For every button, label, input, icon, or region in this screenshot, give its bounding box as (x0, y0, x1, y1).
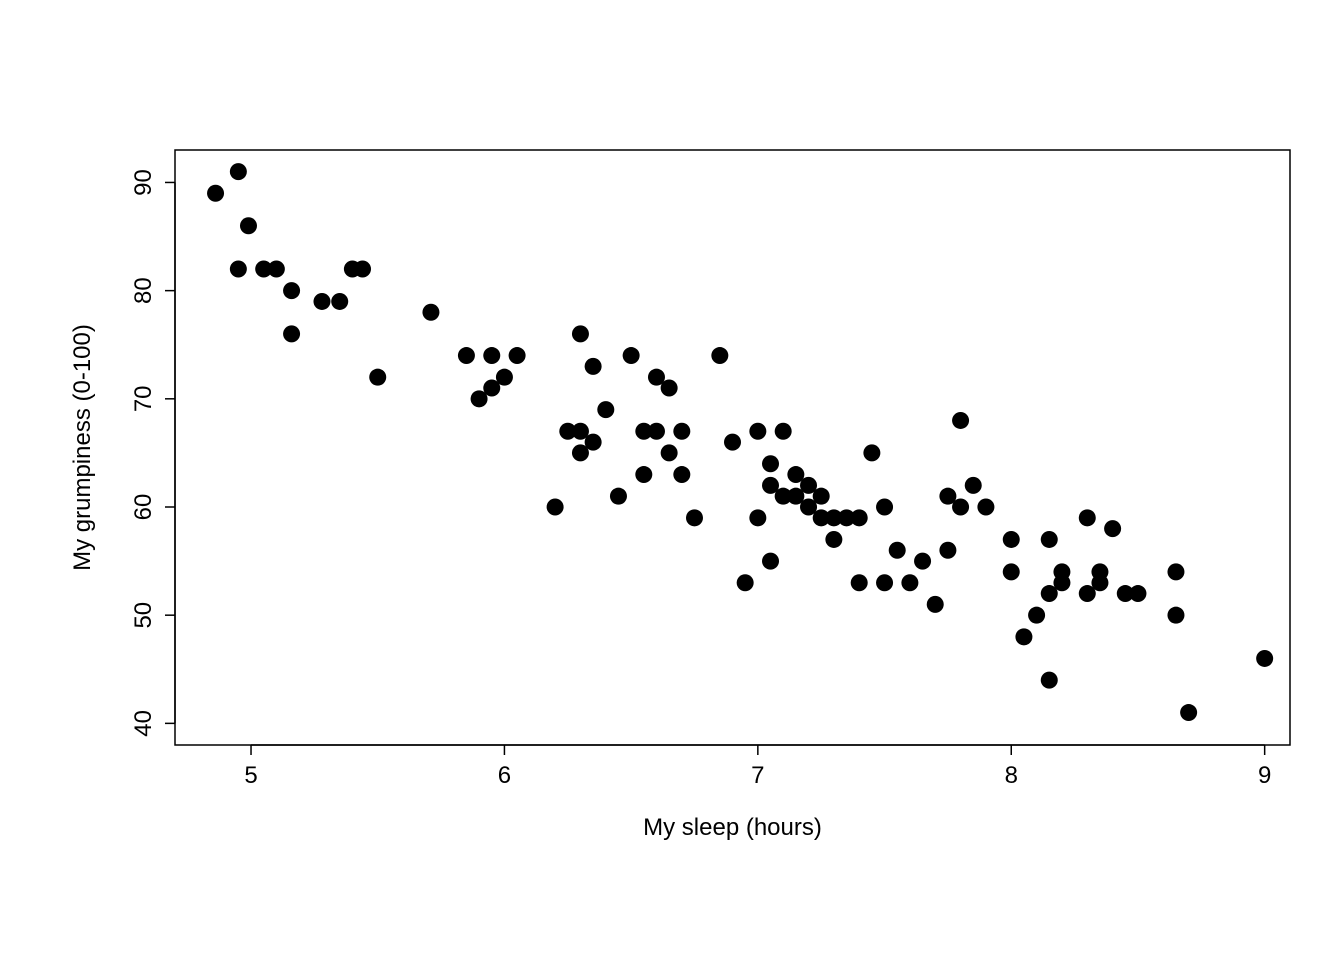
data-point (863, 444, 880, 461)
data-point (1129, 585, 1146, 602)
y-tick-label: 90 (130, 169, 157, 196)
data-point (1028, 607, 1045, 624)
data-point (914, 553, 931, 570)
data-point (952, 499, 969, 516)
chart-container: 5 6 7 8 9 40 50 60 70 80 90 My sleep (hours) My grum… (0, 0, 1344, 960)
data-point (851, 574, 868, 591)
data-point (1041, 672, 1058, 689)
x-axis-label: My sleep (hours) (643, 814, 822, 841)
data-point (711, 347, 728, 364)
data-point (422, 304, 439, 321)
data-point (458, 347, 475, 364)
data-point (1003, 531, 1020, 548)
data-point (585, 358, 602, 375)
data-point (230, 163, 247, 180)
data-point (965, 477, 982, 494)
data-point (661, 444, 678, 461)
data-point (623, 347, 640, 364)
data-point (283, 325, 300, 342)
data-point (635, 466, 652, 483)
data-point (496, 369, 513, 386)
data-point (686, 509, 703, 526)
data-point (889, 542, 906, 559)
y-tick-label: 50 (130, 602, 157, 629)
data-point (927, 596, 944, 613)
data-point (354, 261, 371, 278)
data-point (1041, 531, 1058, 548)
data-point (749, 509, 766, 526)
data-point (1104, 520, 1121, 537)
data-point (585, 434, 602, 451)
data-point (1180, 704, 1197, 721)
data-point (876, 499, 893, 516)
data-point (661, 380, 678, 397)
data-point (977, 499, 994, 516)
data-point (737, 574, 754, 591)
data-point (673, 466, 690, 483)
data-point (230, 261, 247, 278)
data-point (648, 423, 665, 440)
data-point (1015, 628, 1032, 645)
y-tick-label: 70 (130, 385, 157, 412)
x-tick-label: 8 (1005, 762, 1018, 789)
data-point (952, 412, 969, 429)
x-tick-label: 6 (498, 762, 511, 789)
x-tick-label: 5 (244, 762, 257, 789)
data-point (509, 347, 526, 364)
data-point (825, 531, 842, 548)
data-point (775, 423, 792, 440)
data-point (547, 499, 564, 516)
data-point (369, 369, 386, 386)
data-point (610, 488, 627, 505)
data-point (572, 325, 589, 342)
data-point (876, 574, 893, 591)
data-point (313, 293, 330, 310)
data-point (283, 282, 300, 299)
data-point (939, 542, 956, 559)
data-point (901, 574, 918, 591)
data-point (1167, 607, 1184, 624)
data-point (1256, 650, 1273, 667)
y-tick-label: 80 (130, 277, 157, 304)
data-point (240, 217, 257, 234)
x-tick-label: 7 (751, 762, 764, 789)
data-point (813, 488, 830, 505)
data-point (268, 261, 285, 278)
data-point (749, 423, 766, 440)
data-point (762, 455, 779, 472)
data-point (762, 553, 779, 570)
data-point (331, 293, 348, 310)
data-point (673, 423, 690, 440)
y-axis-label: My grumpiness (0-100) (69, 324, 96, 571)
y-tick-label: 60 (130, 494, 157, 521)
data-point (1091, 574, 1108, 591)
data-point (851, 509, 868, 526)
data-point (1003, 563, 1020, 580)
data-point (1079, 509, 1096, 526)
x-tick-label: 9 (1258, 762, 1271, 789)
data-point (724, 434, 741, 451)
data-point (1167, 563, 1184, 580)
scatter-chart: 5 6 7 8 9 40 50 60 70 80 90 My sleep (hours) My grum… (0, 0, 1344, 960)
y-tick-label: 40 (130, 710, 157, 737)
data-point (207, 185, 224, 202)
data-point (597, 401, 614, 418)
data-point (1053, 563, 1070, 580)
data-point (483, 347, 500, 364)
